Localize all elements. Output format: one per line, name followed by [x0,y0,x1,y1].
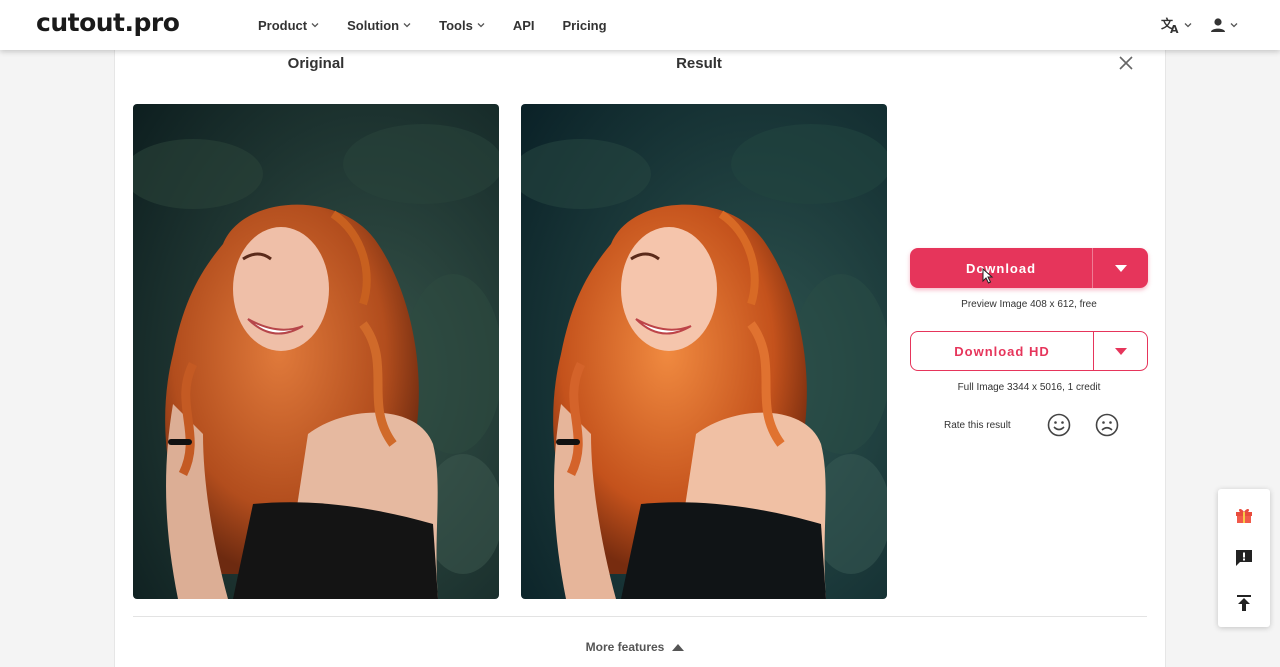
download-label: Download [965,260,1037,276]
original-title: Original [287,55,345,72]
nav-solution-label: Solution [347,17,400,33]
feedback-icon[interactable] [1234,548,1254,568]
download-hd-button-group: Download HD [910,331,1148,371]
frown-icon[interactable] [1095,413,1119,437]
caret-down-icon [1114,264,1127,272]
header-actions: 文 A [1143,0,1238,50]
nav-api[interactable]: API [513,18,535,33]
nav-product-label: Product [258,17,308,33]
result-title: Result [676,55,722,72]
back-to-top-icon[interactable] [1234,593,1254,613]
caret-down-icon [1114,347,1127,355]
translate-icon: 文 A [1161,16,1179,34]
chevron-down-icon [311,23,319,28]
nav-product[interactable]: Product [258,18,319,33]
nav-solution[interactable]: Solution [347,18,411,33]
language-button[interactable]: 文 A [1161,16,1192,34]
download-hd-options-button[interactable] [1093,332,1147,370]
download-hd-label: Download HD [954,343,1050,359]
nav-tools-label: Tools [439,17,473,33]
rating-label: Rate this result [944,419,1011,431]
smile-icon[interactable] [1047,413,1071,437]
download-hd-note: Full Image 3344 x 5016, 1 credit [957,382,1101,393]
top-navbar: cutout.pro Product Solution Tools API Pr… [0,0,1280,50]
nav-api-label: API [512,17,535,33]
account-button[interactable] [1210,17,1238,33]
download-note: Preview Image 408 x 612, free [961,299,1097,310]
download-hd-button[interactable]: Download HD [911,332,1093,370]
caret-up-icon [672,643,685,651]
cursor-icon [982,268,994,284]
floating-actions [1218,489,1270,627]
gift-icon[interactable] [1234,505,1254,525]
more-features-label: More features [585,640,665,654]
rating-row: Rate this result [944,413,1119,437]
nav-pricing-label: Pricing [562,17,607,33]
brand-logo[interactable]: cutout.pro [36,8,180,37]
nav-pricing[interactable]: Pricing [563,18,607,33]
nav-tools[interactable]: Tools [439,18,485,33]
chevron-down-icon [403,23,411,28]
user-icon [1211,18,1225,32]
result-image [521,104,887,599]
result-panel: Original Result Download Preview Image 4… [114,50,1166,667]
svg-text:A: A [1170,23,1179,34]
more-features-toggle[interactable]: More features [115,640,1155,654]
download-button[interactable]: Download [910,248,1092,288]
download-button-group: Download [910,248,1148,288]
chevron-down-icon [477,23,485,28]
chevron-down-icon [1230,23,1238,28]
section-divider [133,616,1147,617]
download-options-button[interactable] [1092,248,1148,288]
chevron-down-icon [1184,23,1192,28]
original-image [133,104,499,599]
close-icon[interactable] [1117,54,1135,72]
main-nav: Product Solution Tools API Pricing [258,0,635,50]
